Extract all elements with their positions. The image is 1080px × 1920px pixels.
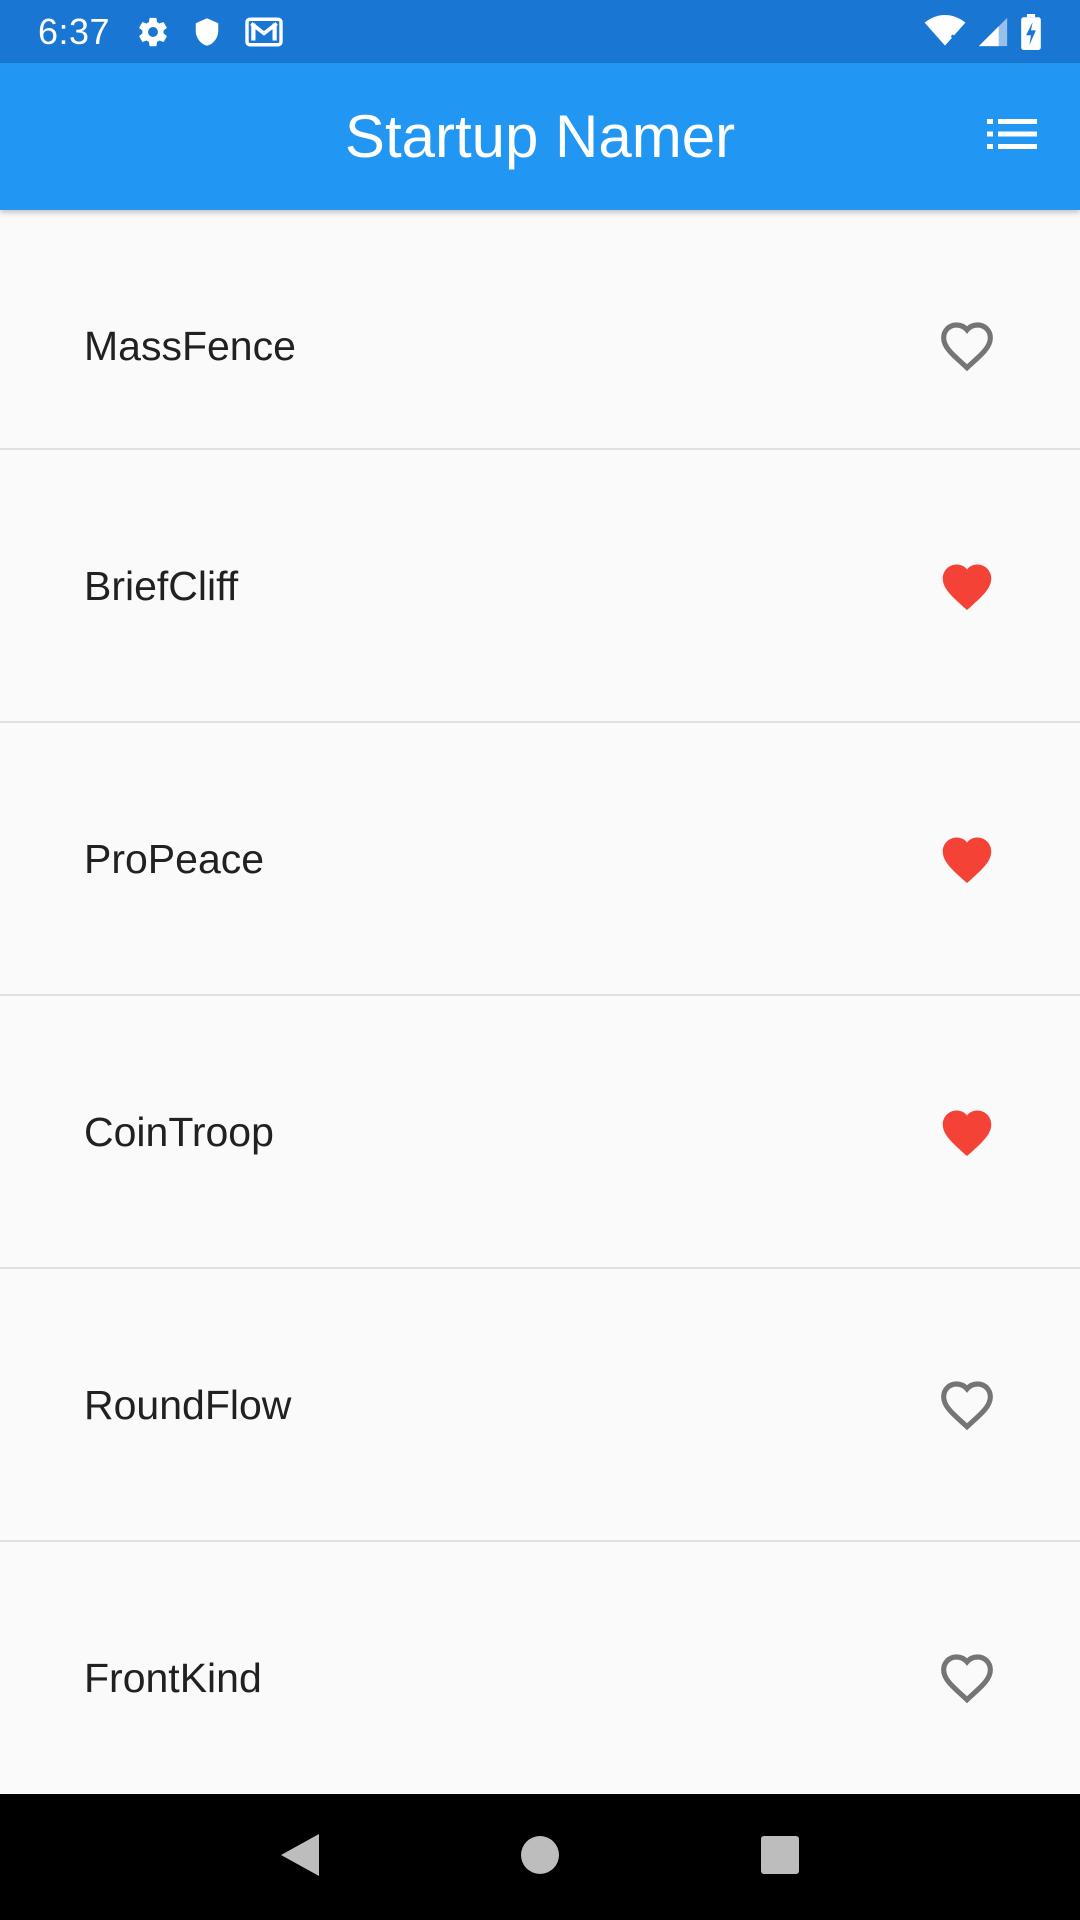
startup-name: ProPeace: [84, 835, 265, 882]
startup-name: MassFence: [84, 322, 296, 369]
wifi-icon: [924, 14, 966, 49]
heart-filled-icon[interactable]: [938, 557, 996, 615]
battery-charging-icon: [1020, 13, 1042, 50]
home-button[interactable]: [495, 1812, 585, 1902]
startup-name: FrontKind: [84, 1654, 262, 1701]
heart-outline-icon[interactable]: [938, 1649, 996, 1707]
status-left-icons: [136, 15, 284, 49]
status-bar: 6:37: [0, 0, 1080, 63]
recents-button[interactable]: [735, 1812, 825, 1902]
list-item[interactable]: FrontKind: [0, 1542, 1080, 1794]
recents-icon: [760, 1835, 800, 1880]
startup-name: BriefCliff: [84, 562, 239, 609]
startup-name: RoundFlow: [84, 1381, 292, 1428]
gear-icon: [136, 15, 170, 49]
app-title: Startup Namer: [344, 103, 736, 170]
list-item[interactable]: RoundFlow: [0, 1269, 1080, 1541]
navigation-bar: [0, 1794, 1080, 1920]
home-icon: [520, 1835, 560, 1880]
startup-name-list: MassFence BriefCliff ProPeace CoinTroop …: [0, 210, 1080, 1794]
list-icon: [987, 117, 1037, 156]
status-right-icons: [924, 13, 1042, 50]
signal-icon: [976, 15, 1010, 49]
list-item[interactable]: MassFence: [0, 210, 1080, 482]
list-item[interactable]: CoinTroop: [0, 996, 1080, 1268]
heart-filled-icon[interactable]: [938, 830, 996, 888]
back-button[interactable]: [255, 1812, 345, 1902]
startup-name: CoinTroop: [84, 1108, 274, 1155]
heart-outline-icon[interactable]: [938, 1376, 996, 1434]
shield-icon: [192, 15, 222, 49]
heart-filled-icon[interactable]: [938, 1103, 996, 1161]
app-bar: Startup Namer: [0, 63, 1080, 210]
list-item[interactable]: ProPeace: [0, 723, 1080, 995]
back-icon: [279, 1832, 321, 1883]
saved-list-button[interactable]: [982, 107, 1042, 167]
heart-outline-icon[interactable]: [938, 317, 996, 375]
list-item[interactable]: BriefCliff: [0, 450, 1080, 722]
gmail-icon: [244, 15, 284, 49]
status-time: 6:37: [38, 10, 111, 52]
